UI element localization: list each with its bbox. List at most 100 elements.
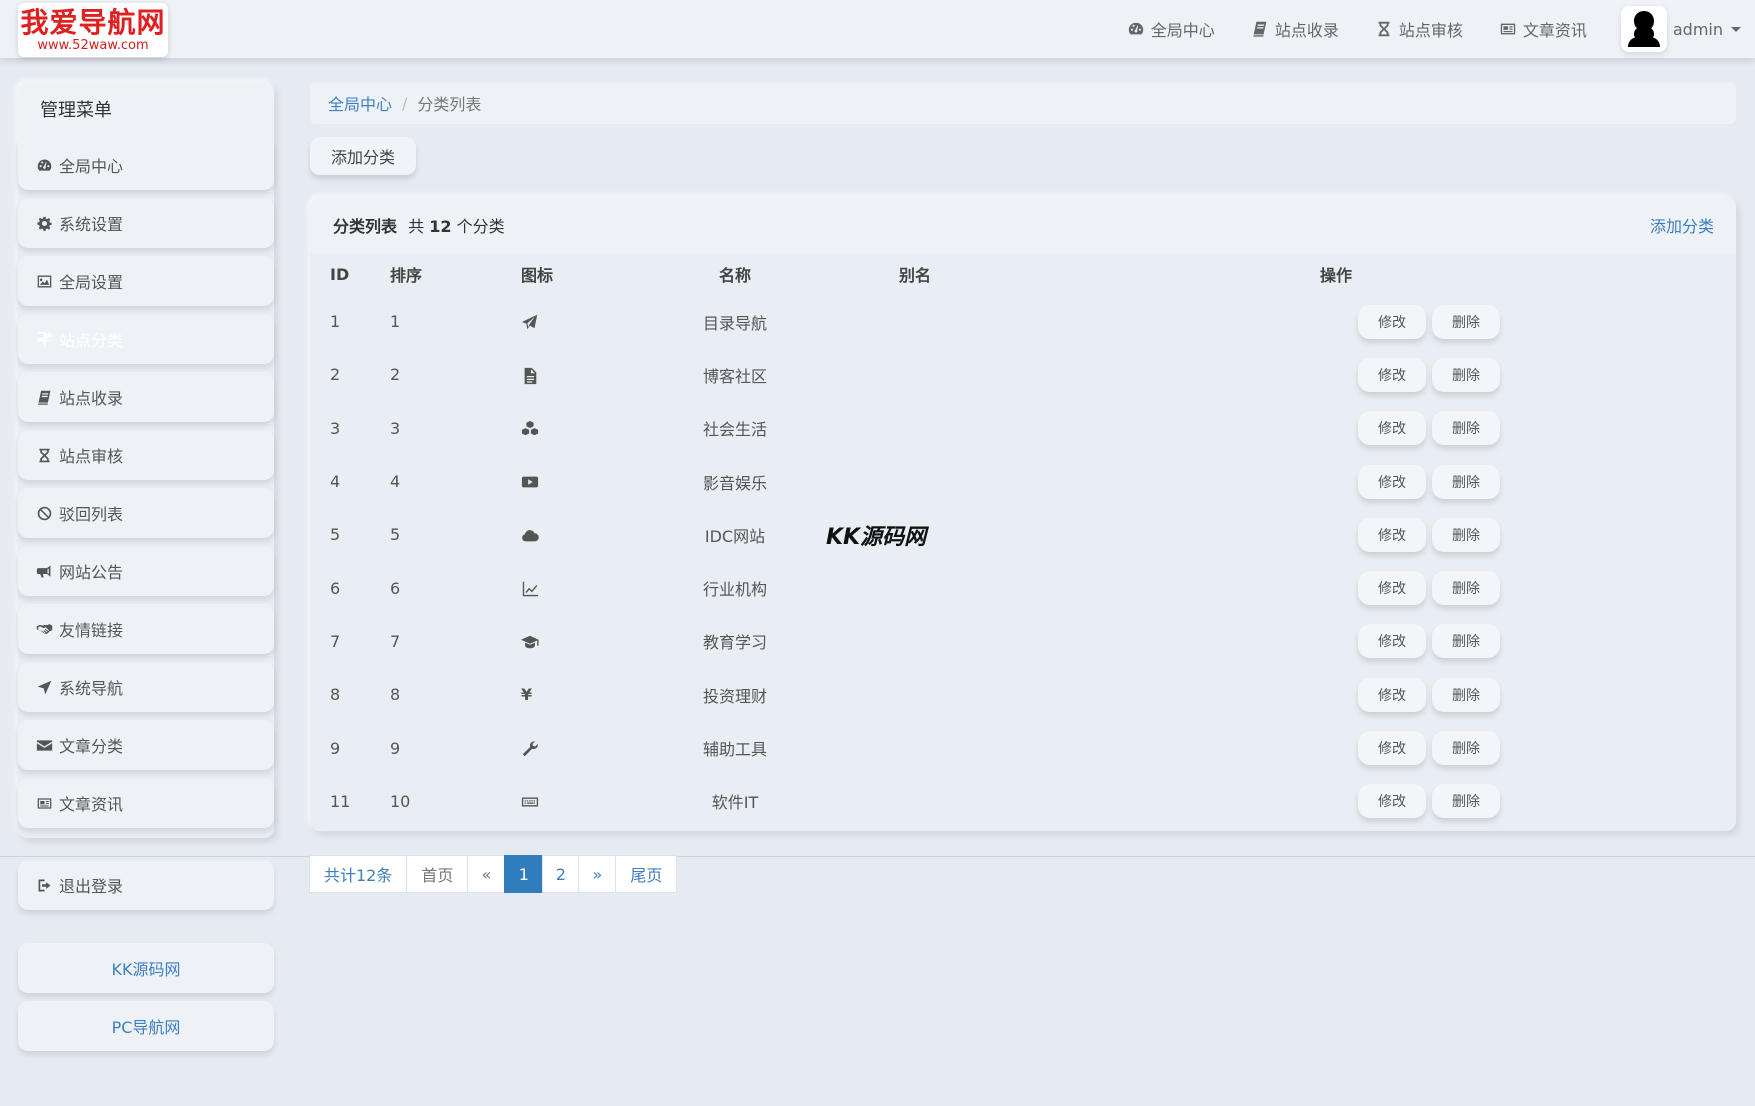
panel-header: 分类列表 共 12 个分类 添加分类	[310, 197, 1736, 253]
user-menu[interactable]: admin	[1620, 6, 1741, 52]
cell-name: 教育学习	[702, 633, 767, 653]
topnav-articles[interactable]: 文章资讯	[1499, 17, 1587, 41]
cell-sort: 9	[390, 738, 401, 758]
cell-alias	[835, 668, 1025, 721]
edit-button[interactable]: 修改	[1358, 464, 1426, 499]
delete-button[interactable]: 删除	[1432, 624, 1500, 659]
pagination-page-2[interactable]: 2	[542, 855, 580, 893]
delete-button[interactable]: 删除	[1432, 731, 1500, 766]
sidebar-item-rejected[interactable]: 驳回列表	[18, 488, 274, 538]
cell-id: 9	[330, 738, 341, 758]
edit-button[interactable]: 修改	[1358, 624, 1426, 659]
delete-button[interactable]: 删除	[1432, 357, 1500, 392]
topnav-dashboard[interactable]: 全局中心	[1127, 17, 1215, 41]
sidebar-item-site-review[interactable]: 站点审核	[18, 430, 274, 480]
image-icon	[37, 275, 52, 287]
edit-button[interactable]: 修改	[1358, 304, 1426, 339]
edit-button[interactable]: 修改	[1358, 571, 1426, 606]
edit-button[interactable]: 修改	[1358, 411, 1426, 446]
pagination-next[interactable]: »	[578, 855, 617, 893]
delete-button[interactable]: 删除	[1432, 464, 1500, 499]
delete-button[interactable]: 删除	[1432, 571, 1500, 606]
username: admin	[1672, 19, 1723, 39]
delete-button[interactable]: 删除	[1432, 784, 1500, 819]
edit-button[interactable]: 修改	[1358, 517, 1426, 552]
sidebar-item-label: 网站公告	[59, 563, 124, 582]
newspaper-icon	[1500, 23, 1516, 35]
cell-icon	[475, 295, 635, 348]
sidebar-item-announcement[interactable]: 网站公告	[18, 546, 274, 596]
table-row: 9 9 辅助工具 修改 删除	[310, 721, 1736, 774]
table-row: 4 4 影音娱乐 修改 删除	[310, 455, 1736, 508]
delete-button[interactable]: 删除	[1432, 304, 1500, 339]
cell-name: 投资理财	[702, 686, 767, 706]
link-pc-nav[interactable]: PC导航网	[18, 1001, 274, 1051]
sidebar-item-dashboard[interactable]: 全局中心	[18, 140, 274, 190]
sidebar-menu: 管理菜单 全局中心 系统设置 全局设置 站点分类 站点收录 站点审核 驳回列表 …	[18, 82, 274, 838]
sidebar-item-articles[interactable]: 文章资讯	[18, 778, 274, 828]
cubes-icon	[521, 420, 539, 436]
sidebar-item-article-category[interactable]: 文章分类	[18, 720, 274, 770]
sidebar-item-system-settings[interactable]: 系统设置	[18, 198, 274, 248]
sidebar-item-label: 友情链接	[59, 621, 124, 640]
cell-id: 5	[330, 525, 341, 545]
pagination-prev[interactable]: «	[467, 855, 506, 893]
wrench-icon	[522, 741, 538, 756]
cell-icon	[475, 455, 635, 508]
logout-button[interactable]: 退出登录	[18, 860, 274, 910]
cell-name: 博客社区	[702, 366, 767, 386]
topnav-articles-label: 文章资讯	[1522, 21, 1587, 40]
sidebar-item-system-nav[interactable]: 系统导航	[18, 662, 274, 712]
sidebar-item-global-settings[interactable]: 全局设置	[18, 256, 274, 306]
topnav-review[interactable]: 站点审核	[1375, 17, 1463, 41]
panel-title-group: 分类列表 共 12 个分类	[333, 213, 505, 237]
add-category-button[interactable]: 添加分类	[310, 137, 416, 175]
cell-sort: 7	[390, 631, 401, 651]
panel-count: 共 12 个分类	[408, 217, 504, 236]
edit-button[interactable]: 修改	[1358, 784, 1426, 819]
breadcrumb-home[interactable]: 全局中心	[328, 91, 392, 115]
pagination-first[interactable]: 首页	[406, 855, 469, 893]
delete-button[interactable]: 删除	[1432, 517, 1500, 552]
sidebar-item-site-category[interactable]: 站点分类	[18, 314, 274, 364]
breadcrumb-current: 分类列表	[417, 95, 482, 114]
keyboard-icon	[521, 797, 539, 807]
table-row: 5 5 IDC网站 修改 删除	[310, 508, 1736, 561]
pagination-last[interactable]: 尾页	[615, 855, 678, 893]
delete-button[interactable]: 删除	[1432, 677, 1500, 712]
cell-name: IDC网站	[704, 526, 766, 546]
panel-add-category-link[interactable]: 添加分类	[1650, 213, 1714, 237]
dashboard-icon	[37, 159, 52, 171]
site-logo[interactable]: 我爱导航网 www.52waw.com	[18, 3, 168, 57]
count-suffix: 个分类	[456, 217, 505, 236]
edit-button[interactable]: 修改	[1358, 731, 1426, 766]
delete-button[interactable]: 删除	[1432, 411, 1500, 446]
sidebar-item-label: 站点分类	[59, 331, 124, 350]
cell-name: 软件IT	[711, 793, 759, 813]
location-arrow-icon	[37, 680, 52, 694]
gear-icon	[37, 216, 52, 231]
table-row: 8 8 ¥ 投资理财 修改 删除	[310, 668, 1736, 721]
cell-actions: 修改 删除	[1025, 668, 1736, 721]
table-row: 6 6 行业机构 修改 删除	[310, 561, 1736, 614]
dashboard-icon	[1128, 22, 1143, 35]
sidebar-item-friend-links[interactable]: 友情链接	[18, 604, 274, 654]
topnav-dashboard-label: 全局中心	[1150, 21, 1215, 40]
cell-id: 6	[330, 578, 341, 598]
edit-button[interactable]: 修改	[1358, 677, 1426, 712]
cell-id: 4	[330, 472, 341, 492]
cell-id: 11	[330, 791, 351, 811]
youtube-play-icon	[521, 476, 539, 488]
link-kkym[interactable]: KK源码网	[18, 943, 274, 993]
table-header-row: ID 排序 图标 名称 别名 操作	[310, 253, 1736, 295]
cell-icon: ¥	[475, 668, 635, 721]
edit-button[interactable]: 修改	[1358, 357, 1426, 392]
sidebar-item-site-collect[interactable]: 站点收录	[18, 372, 274, 422]
cell-id: 7	[330, 631, 341, 651]
cell-actions: 修改 删除	[1025, 348, 1736, 401]
bullhorn-icon	[36, 565, 51, 577]
sidebar-item-label: 站点收录	[59, 389, 124, 408]
pagination-page-1[interactable]: 1	[504, 855, 544, 893]
topnav-sites[interactable]: 站点收录	[1251, 17, 1339, 41]
cell-icon	[475, 721, 635, 774]
